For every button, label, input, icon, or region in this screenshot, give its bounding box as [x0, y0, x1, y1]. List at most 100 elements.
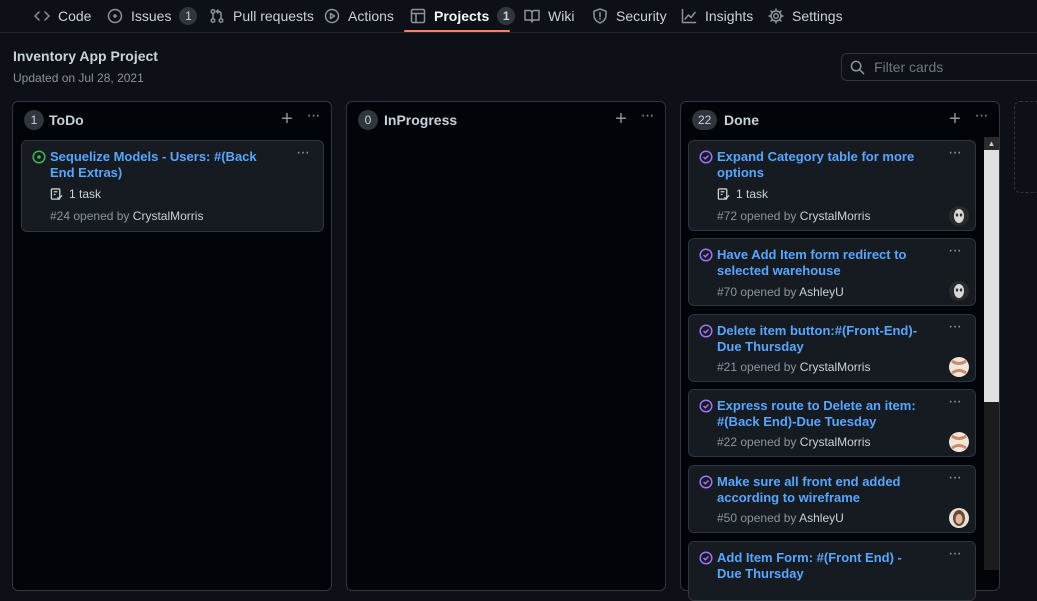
- author-link[interactable]: CrystalMorris: [800, 360, 871, 374]
- column-menu-button[interactable]: ···: [971, 108, 991, 128]
- column-header: 22 Done + ···: [681, 102, 999, 138]
- issue-number: #22: [717, 435, 738, 449]
- tab-count-badge: 1: [497, 7, 516, 25]
- shield-icon: [593, 8, 607, 24]
- tab-projects[interactable]: Projects 1: [410, 0, 516, 32]
- card-menu-button[interactable]: ···: [948, 145, 962, 161]
- avatar[interactable]: [949, 206, 969, 226]
- checklist-icon: [50, 187, 63, 200]
- card-meta: #70 opened by AshleyU: [717, 285, 844, 299]
- issue-card[interactable]: Delete item button:#(Front-End)- Due Thu…: [688, 314, 976, 382]
- card-title-link[interactable]: Express route to Delete an item: #(Back …: [717, 398, 922, 430]
- issue-closed-icon: [699, 150, 713, 164]
- code-icon: [34, 11, 50, 21]
- opened-by-text: opened by: [740, 285, 797, 299]
- issue-card[interactable]: Sequelize Models - Users: #(Back End Ext…: [21, 140, 324, 232]
- card-title-link[interactable]: Make sure all front end added according …: [717, 474, 917, 506]
- issue-closed-icon: [699, 551, 713, 565]
- scroll-up-arrow-icon[interactable]: ▲: [984, 137, 999, 150]
- issue-card[interactable]: Express route to Delete an item: #(Back …: [688, 389, 976, 457]
- scrollbar-thumb[interactable]: [984, 150, 999, 402]
- add-card-button[interactable]: +: [279, 109, 295, 129]
- author-link[interactable]: AshleyU: [799, 511, 844, 525]
- opened-by-text: opened by: [740, 360, 797, 374]
- card-meta: #72 opened by CrystalMorris: [717, 209, 870, 223]
- tab-settings[interactable]: Settings: [768, 0, 843, 32]
- filter-cards-input[interactable]: [872, 58, 1037, 76]
- issue-number: #70: [717, 285, 738, 299]
- table-icon: [410, 8, 426, 24]
- opened-by-text: opened by: [740, 209, 797, 223]
- card-meta: #21 opened by CrystalMorris: [717, 360, 870, 374]
- card-meta: #50 opened by AshleyU: [717, 511, 844, 525]
- graph-icon: [681, 8, 697, 24]
- add-card-button[interactable]: +: [613, 109, 629, 129]
- issue-card[interactable]: Expand Category table for more options ·…: [688, 140, 976, 231]
- author-link[interactable]: CrystalMorris: [133, 209, 204, 223]
- column-card-count: 0: [358, 110, 378, 130]
- task-count: 1 task: [69, 187, 102, 201]
- play-icon: [324, 8, 340, 24]
- author-link[interactable]: CrystalMorris: [800, 435, 871, 449]
- card-menu-button[interactable]: ···: [948, 546, 962, 562]
- column-menu-button[interactable]: ···: [303, 108, 323, 128]
- author-link[interactable]: AshleyU: [799, 285, 844, 299]
- card-title-link[interactable]: Sequelize Models - Users: #(Back End Ext…: [50, 149, 270, 181]
- task-list-summary: 1 task: [717, 187, 768, 201]
- column-card-count: 22: [692, 110, 718, 130]
- updated-timestamp: Updated on Jul 28, 2021: [13, 71, 144, 85]
- column-header: 0 InProgress + ···: [347, 102, 665, 138]
- add-card-button[interactable]: +: [947, 109, 963, 129]
- tab-actions[interactable]: Actions: [324, 0, 394, 32]
- tab-wiki[interactable]: Wiki: [524, 0, 574, 32]
- add-column-placeholder[interactable]: [1014, 101, 1037, 193]
- avatar[interactable]: [949, 357, 969, 377]
- card-meta: #24 opened by CrystalMorris: [50, 209, 203, 223]
- author-link[interactable]: CrystalMorris: [800, 209, 871, 223]
- tab-pull-requests[interactable]: Pull requests: [209, 0, 314, 32]
- tab-issues[interactable]: Issues 1: [107, 0, 198, 32]
- card-title-link[interactable]: Expand Category table for more options: [717, 149, 927, 181]
- tab-label: Code: [58, 8, 92, 24]
- issue-open-icon: [32, 150, 46, 164]
- gear-icon: [768, 8, 784, 24]
- column-name: Done: [724, 112, 759, 128]
- issue-number: #24: [50, 209, 71, 223]
- search-icon: [850, 60, 865, 74]
- repo-nav: Code Issues 1 Pull requests Actions Proj…: [0, 0, 1037, 33]
- card-title-link[interactable]: Have Add Item form redirect to selected …: [717, 247, 927, 279]
- selected-tab-indicator: [404, 30, 510, 32]
- column-header: 1 ToDo + ···: [13, 102, 331, 138]
- card-menu-button[interactable]: ···: [948, 394, 962, 410]
- tab-label: Settings: [792, 8, 843, 24]
- task-count: 1 task: [736, 187, 769, 201]
- card-menu-button[interactable]: ···: [948, 470, 962, 486]
- avatar[interactable]: [949, 432, 969, 452]
- column-inprogress: 0 InProgress + ···: [346, 101, 666, 591]
- opened-by-text: opened by: [740, 511, 797, 525]
- checklist-icon: [717, 187, 730, 200]
- tab-insights[interactable]: Insights: [681, 0, 753, 32]
- avatar[interactable]: [949, 508, 969, 528]
- issue-closed-icon: [699, 399, 713, 413]
- avatar[interactable]: [949, 281, 969, 301]
- card-menu-button[interactable]: ···: [948, 319, 962, 335]
- issue-card[interactable]: Make sure all front end added according …: [688, 465, 976, 533]
- card-title-link[interactable]: Delete item button:#(Front-End)- Due Thu…: [717, 323, 939, 355]
- issue-card[interactable]: Have Add Item form redirect to selected …: [688, 238, 976, 306]
- column-menu-button[interactable]: ···: [637, 108, 657, 128]
- issue-closed-icon: [699, 324, 713, 338]
- filter-cards-field[interactable]: [841, 53, 1037, 81]
- card-menu-button[interactable]: ···: [948, 243, 962, 259]
- column-todo: 1 ToDo + ··· Sequelize Models - Users: #…: [12, 101, 332, 591]
- tab-label: Insights: [705, 8, 754, 24]
- card-title-link[interactable]: Add Item Form: #(Front End) -Due Thursda…: [717, 550, 922, 582]
- tab-label: Pull requests: [233, 8, 314, 24]
- column-name: ToDo: [49, 112, 84, 128]
- issue-card[interactable]: Add Item Form: #(Front End) -Due Thursda…: [688, 541, 976, 601]
- card-menu-button[interactable]: ···: [296, 145, 310, 161]
- column-name: InProgress: [384, 112, 458, 128]
- issue-icon: [107, 8, 123, 24]
- tab-code[interactable]: Code: [34, 0, 91, 32]
- tab-security[interactable]: Security: [592, 0, 667, 32]
